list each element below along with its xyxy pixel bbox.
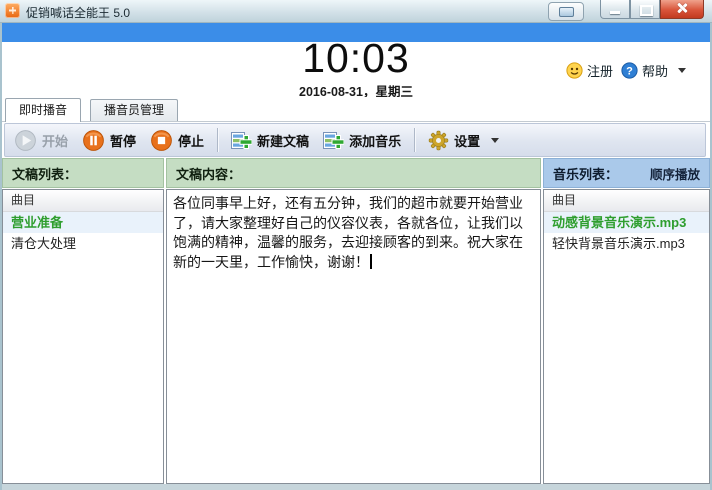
script-list-panel: 曲目 营业准备 清仓大处理 [2,189,164,484]
gear-icon [428,130,449,151]
list-item-music-1[interactable]: 动感背景音乐演示.mp3 [544,212,709,233]
app-icon [5,3,20,18]
play-mode-toggle[interactable]: 顺序播放 [650,164,700,183]
help-icon: ? [621,62,638,79]
tab-announcer-management[interactable]: 播音员管理 [90,99,178,121]
list-item-script-2[interactable]: 清仓大处理 [3,233,163,254]
list-item-music-2[interactable]: 轻快背景音乐演示.mp3 [544,233,709,254]
window-frame [0,0,2,490]
title-bar: 促销喊话全能王 5.0 [0,0,712,23]
help-label: 帮助 [642,61,668,80]
new-document-button[interactable]: 新建文稿 [224,128,316,153]
script-list-header: 文稿列表： [2,158,164,188]
stop-icon [150,129,173,152]
clock-zone: 10:03 2016-08-31，星期三 注册 ? 帮助 [2,41,710,97]
minimize-button[interactable] [600,0,630,19]
music-list-column-header[interactable]: 曲目 [544,190,709,212]
start-button[interactable]: 开始 [7,126,75,155]
script-content-panel: 各位同事早上好，还有五分钟，我们的超市就要开始营业了，请大家整理好自己的仪容仪表… [166,189,541,484]
script-list-column-header[interactable]: 曲目 [3,190,163,212]
toolbar-separator [414,128,415,152]
svg-text:?: ? [626,66,633,78]
music-list-header: 音乐列表： 顺序播放 [543,158,710,188]
register-label: 注册 [587,61,613,80]
app-window: 促销喊话全能王 5.0 10:03 2016-08-31，星期三 注册 [0,0,712,490]
list-item-script-1[interactable]: 营业准备 [3,212,163,233]
close-button[interactable] [660,0,704,19]
minimize-icon [610,11,620,14]
chevron-down-icon [678,68,686,73]
help-menu[interactable]: ? 帮助 [621,61,686,80]
pause-button[interactable]: 暂停 [75,126,143,155]
script-content-editor[interactable]: 各位同事早上好，还有五分钟，我们的超市就要开始营业了，请大家整理好自己的仪容仪表… [167,190,540,483]
new-document-icon [231,131,252,150]
smiley-icon [566,62,583,79]
play-icon [14,129,37,152]
window-frame [0,484,712,490]
register-link[interactable]: 注册 [566,61,613,80]
add-music-icon [323,131,344,150]
pause-icon [82,129,105,152]
skin-button[interactable] [548,2,584,21]
window-title: 促销喊话全能王 5.0 [26,4,130,21]
settings-button[interactable]: 设置 [421,127,506,154]
tab-instant-broadcast[interactable]: 即时播音 [5,98,81,122]
maximize-button[interactable] [630,0,660,19]
chevron-down-icon [491,138,499,143]
text-cursor [370,254,372,269]
music-list-panel: 曲目 动感背景音乐演示.mp3 轻快背景音乐演示.mp3 [543,189,710,484]
script-text: 各位同事早上好，还有五分钟，我们的超市就要开始营业了，请大家整理好自己的仪容仪表… [173,195,523,270]
stop-button[interactable]: 停止 [143,126,211,155]
add-music-button[interactable]: 添加音乐 [316,128,408,153]
toolbar-separator [217,128,218,152]
toolbar: 开始 暂停 停止 [4,123,706,157]
tab-strip: 即时播音 播音员管理 [2,97,710,122]
accent-band [2,22,710,42]
script-content-header: 文稿内容： [166,158,541,188]
maximize-icon [640,5,653,16]
close-icon [677,3,687,13]
